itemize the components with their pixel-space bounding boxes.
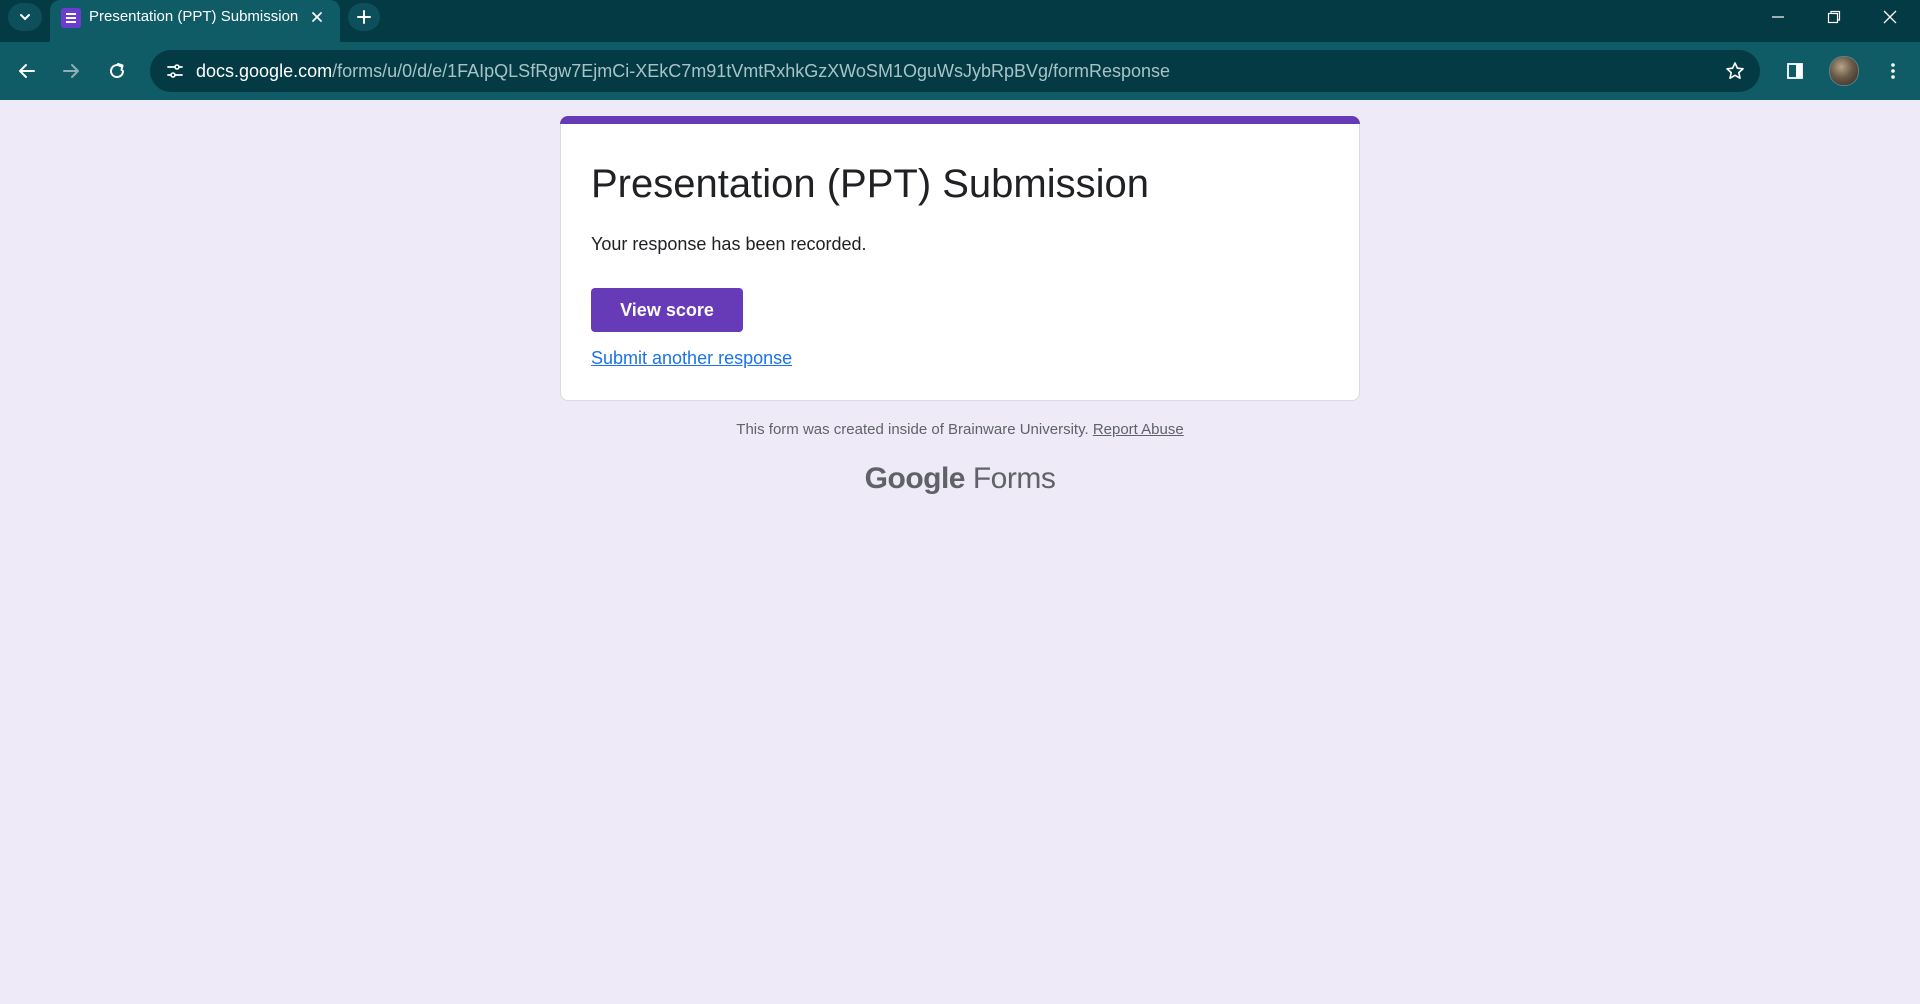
- form-title: Presentation (PPT) Submission: [591, 162, 1150, 206]
- chevron-down-icon: [20, 14, 30, 21]
- profile-avatar[interactable]: [1829, 56, 1859, 86]
- browser-toolbar: docs.google.com/forms/u/0/d/e/1FAIpQLSfR…: [0, 42, 1920, 100]
- address-bar[interactable]: docs.google.com/forms/u/0/d/e/1FAIpQLSfR…: [150, 50, 1760, 92]
- url-path: /forms/u/0/d/e/1FAIpQLSfRgw7EjmCi-XEkC7m…: [332, 61, 1171, 81]
- close-icon: [312, 12, 322, 22]
- restore-icon: [1827, 10, 1841, 24]
- back-button[interactable]: [11, 55, 43, 87]
- window-close-button[interactable]: [1862, 0, 1918, 34]
- browser-tab-active[interactable]: Presentation (PPT) Submission: [50, 0, 340, 42]
- tab-search-button[interactable]: [8, 3, 42, 31]
- more-vert-icon: [1891, 63, 1895, 79]
- google-forms-icon: [61, 8, 81, 28]
- star-icon: [1726, 62, 1744, 79]
- site-info-button[interactable]: [162, 58, 188, 84]
- arrow-left-icon: [19, 64, 35, 78]
- tab-close-button[interactable]: [306, 6, 328, 28]
- logo-brand: Google: [864, 462, 966, 495]
- reload-icon: [110, 63, 125, 79]
- google-forms-logo[interactable]: Google Forms: [0, 462, 1920, 496]
- reload-button[interactable]: [101, 55, 133, 87]
- tune-icon: [167, 64, 183, 78]
- side-panel-icon: [1787, 63, 1803, 79]
- footer-note-text: This form was created inside of Brainwar…: [736, 421, 1089, 438]
- browser-tab-bar: Presentation (PPT) Submission: [0, 0, 1920, 42]
- arrow-right-icon: [63, 64, 79, 78]
- form-footer-note: This form was created inside of Brainwar…: [0, 421, 1920, 438]
- view-score-button[interactable]: View score: [591, 288, 743, 332]
- plus-icon: [357, 10, 371, 24]
- url-text[interactable]: docs.google.com/forms/u/0/d/e/1FAIpQLSfR…: [196, 61, 1170, 82]
- new-tab-button[interactable]: [348, 3, 380, 31]
- report-abuse-link[interactable]: Report Abuse: [1093, 421, 1184, 438]
- restore-button[interactable]: [1806, 0, 1862, 34]
- minimize-icon: [1772, 16, 1784, 18]
- confirmation-card: Presentation (PPT) Submission Your respo…: [560, 124, 1360, 401]
- minimize-button[interactable]: [1750, 0, 1806, 34]
- browser-menu-button[interactable]: [1877, 55, 1909, 87]
- side-panel-button[interactable]: [1779, 55, 1811, 87]
- url-host: docs.google.com: [196, 61, 333, 81]
- close-icon: [1883, 10, 1897, 24]
- bookmark-button[interactable]: [1722, 58, 1748, 84]
- confirmation-message: Your response has been recorded.: [591, 234, 867, 254]
- forward-button[interactable]: [55, 55, 87, 87]
- logo-product: Forms: [972, 462, 1056, 495]
- submit-another-response-link[interactable]: Submit another response: [591, 348, 792, 369]
- tab-title: Presentation (PPT) Submission: [89, 8, 299, 25]
